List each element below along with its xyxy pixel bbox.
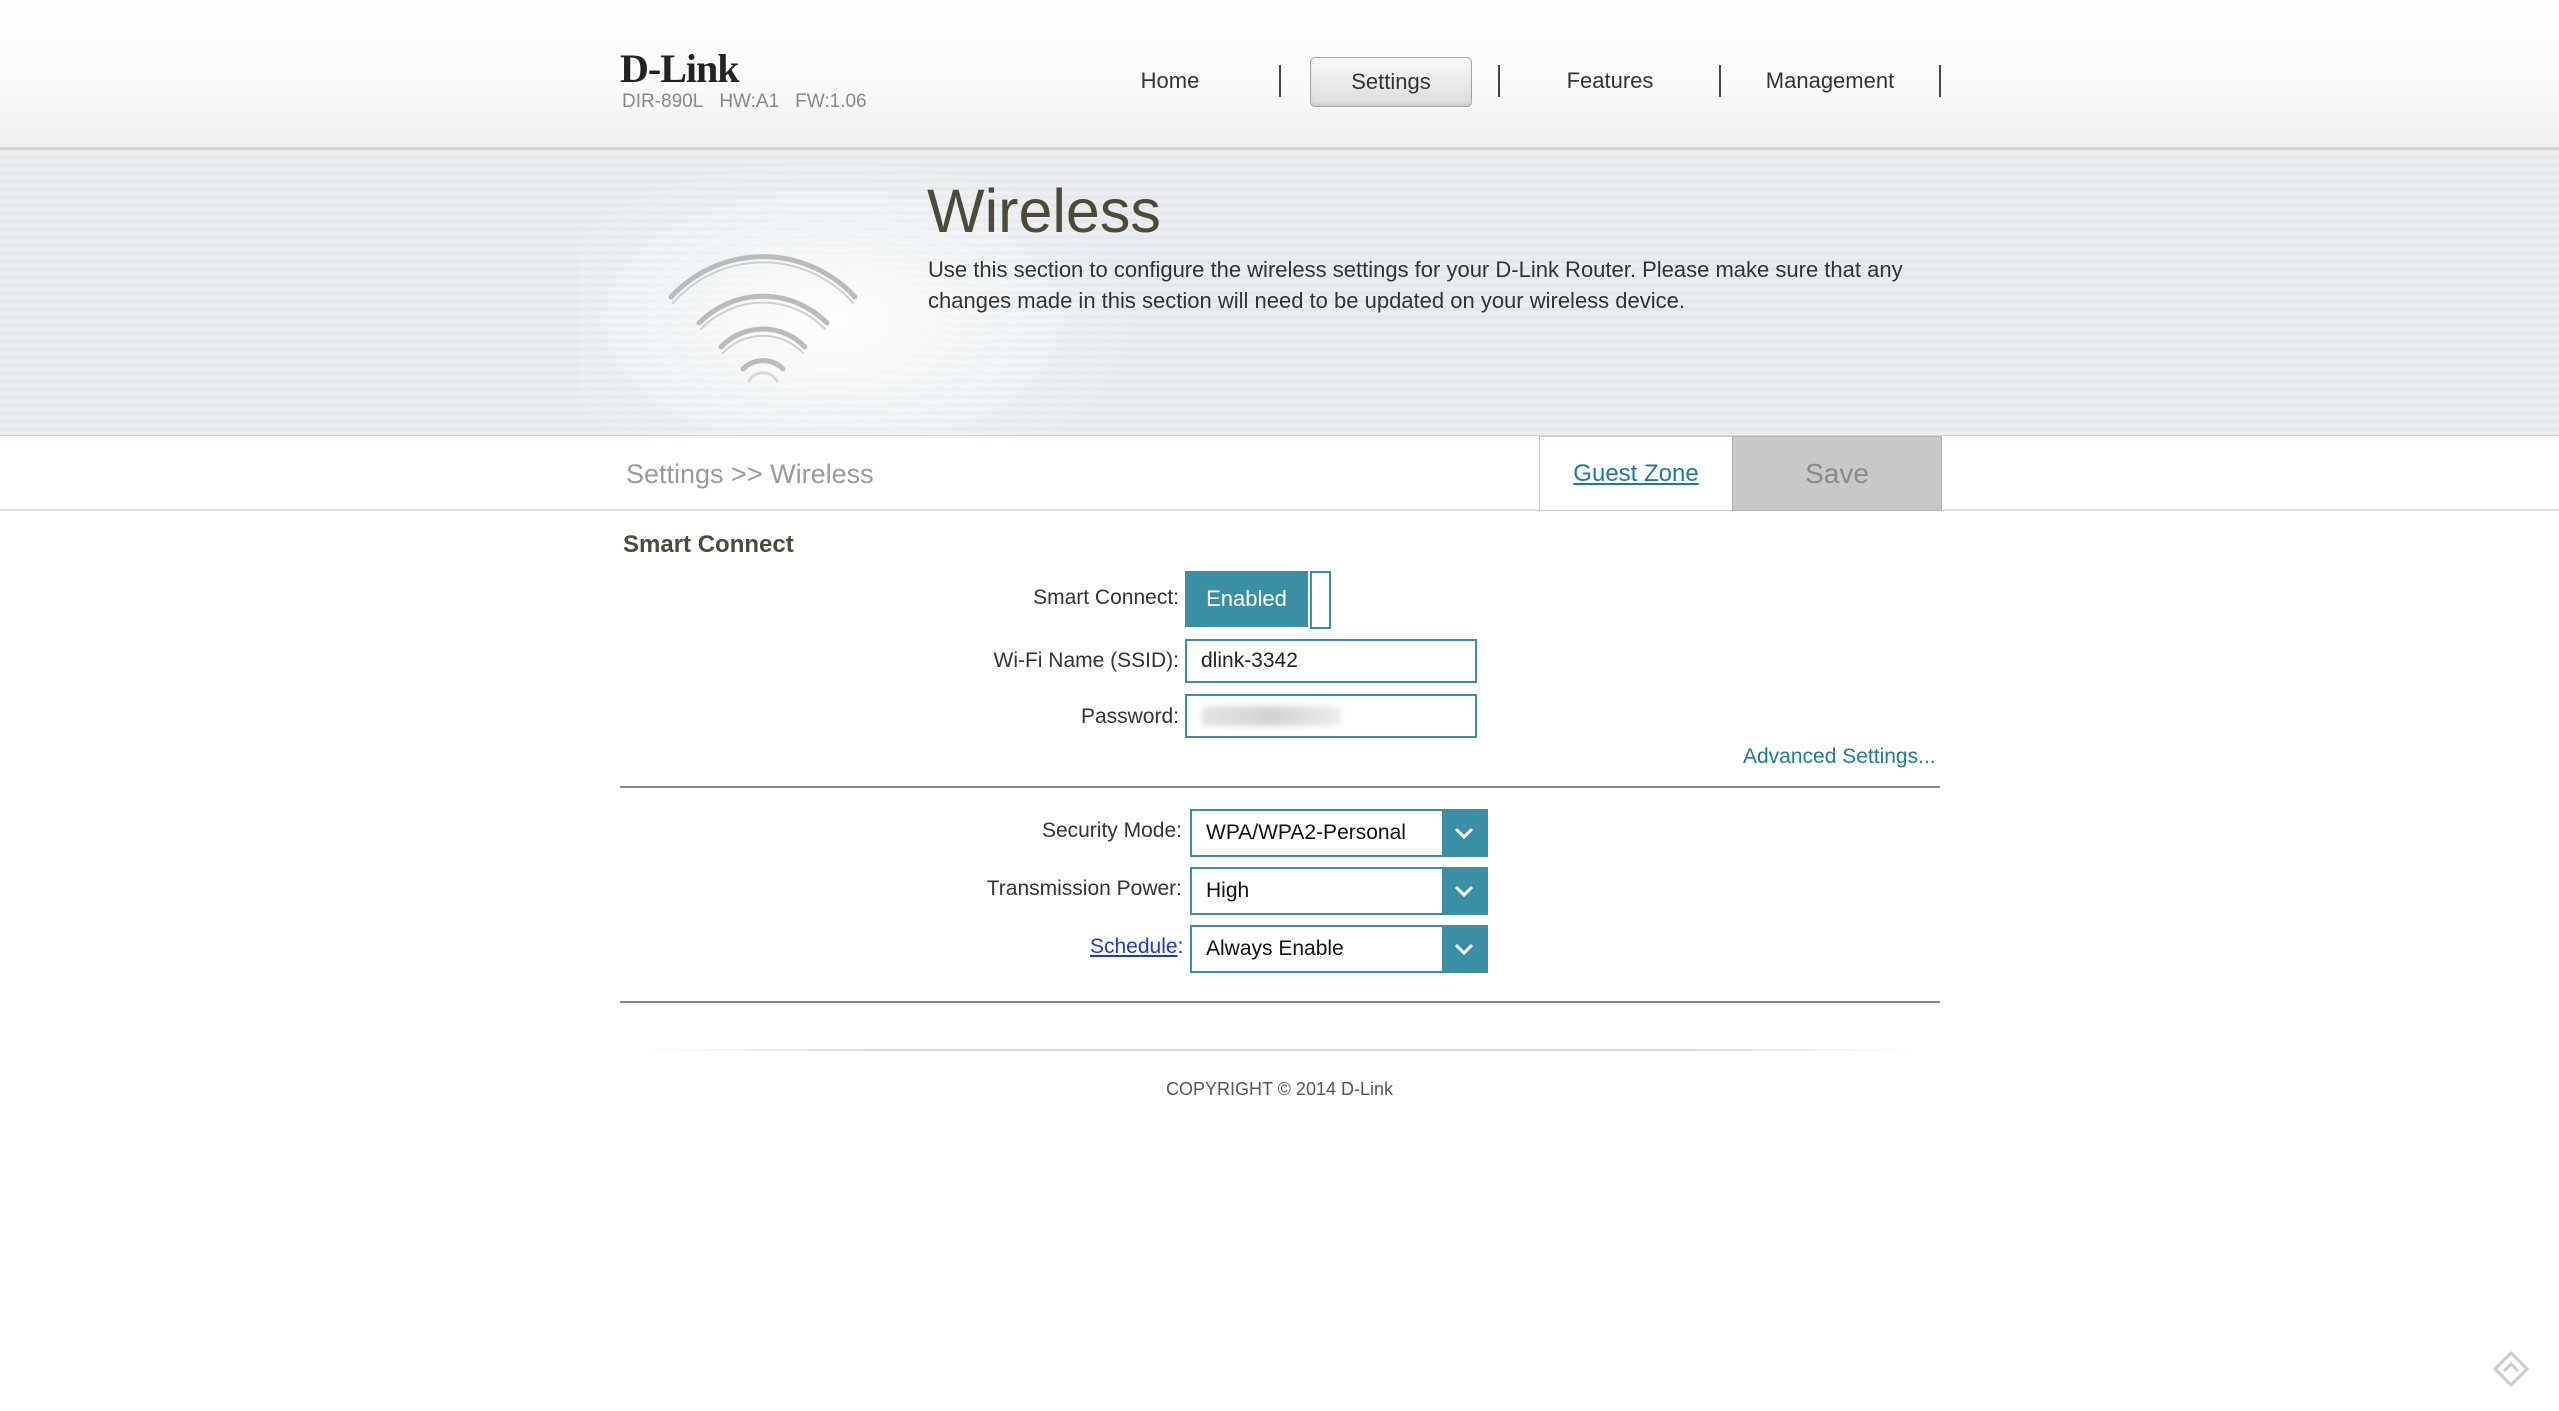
smart-connect-toggle[interactable]: Enabled: [1185, 571, 1331, 629]
section-title: Smart Connect: [623, 531, 794, 558]
nav-features[interactable]: Features: [1530, 57, 1690, 105]
chevron-down-icon[interactable]: [1442, 811, 1486, 855]
nav-separator: [1939, 65, 1941, 97]
copyright-text: COPYRIGHT © 2014 D-Link: [1165, 1079, 1393, 1099]
schedule-link[interactable]: Schedule: [1090, 935, 1178, 958]
footer-line: [640, 1049, 1920, 1051]
action-bar: [0, 436, 2559, 511]
security-mode-label: Security Mode:: [1041, 819, 1182, 842]
smart-connect-label: Smart Connect:: [1033, 586, 1179, 609]
nav-management[interactable]: Management: [1750, 57, 1910, 105]
toggle-knob[interactable]: [1310, 571, 1331, 629]
password-masked-value: [1201, 706, 1341, 726]
tx-power-label: Transmission Power:: [986, 877, 1182, 900]
guest-zone-button[interactable]: Guest Zone: [1539, 436, 1733, 511]
nav-separator: [1498, 65, 1500, 97]
wifi-icon: [668, 254, 858, 383]
divider: [620, 1001, 1940, 1003]
schedule-colon: :: [1177, 935, 1184, 958]
ssid-input[interactable]: dlink-3342: [1185, 639, 1477, 683]
nav-separator: [1719, 65, 1721, 97]
nav-settings[interactable]: Settings: [1310, 57, 1472, 107]
password-input[interactable]: [1185, 694, 1477, 738]
save-button[interactable]: Save: [1732, 436, 1942, 511]
breadcrumb: Settings >> Wireless: [626, 459, 874, 489]
ssid-label: Wi-Fi Name (SSID):: [993, 649, 1180, 672]
chevron-down-icon[interactable]: [1442, 927, 1486, 971]
page-description: Use this section to configure the wirele…: [928, 257, 1903, 313]
password-label: Password:: [1080, 705, 1179, 728]
dlink-logo: D-Link: [620, 46, 739, 91]
tx-power-value: High: [1206, 879, 1250, 902]
firmware-version: FW:1.06: [795, 91, 867, 112]
model-number: DIR-890L: [622, 91, 704, 112]
page-title: Wireless: [927, 177, 1161, 245]
nav-separator: [1279, 65, 1281, 97]
schedule-label: Schedule:: [1090, 935, 1183, 959]
nav-home[interactable]: Home: [1090, 57, 1250, 105]
hardware-version: HW:A1: [719, 91, 780, 112]
advanced-settings-link[interactable]: Advanced Settings...: [1743, 745, 1936, 769]
schedule-value: Always Enable: [1206, 937, 1344, 960]
security-mode-select[interactable]: WPA/WPA2-Personal: [1190, 809, 1488, 857]
chevron-down-icon[interactable]: [1442, 869, 1486, 913]
scroll-to-top-icon[interactable]: [2491, 1349, 2531, 1389]
schedule-select[interactable]: Always Enable: [1190, 925, 1488, 973]
divider: [620, 786, 1940, 788]
guest-zone-link[interactable]: Guest Zone: [1573, 460, 1698, 488]
security-mode-value: WPA/WPA2-Personal: [1206, 821, 1406, 844]
device-info: DIR-890L HW:A1 FW:1.06: [622, 91, 883, 113]
tx-power-select[interactable]: High: [1190, 867, 1488, 915]
toggle-enabled-state[interactable]: Enabled: [1185, 571, 1308, 627]
